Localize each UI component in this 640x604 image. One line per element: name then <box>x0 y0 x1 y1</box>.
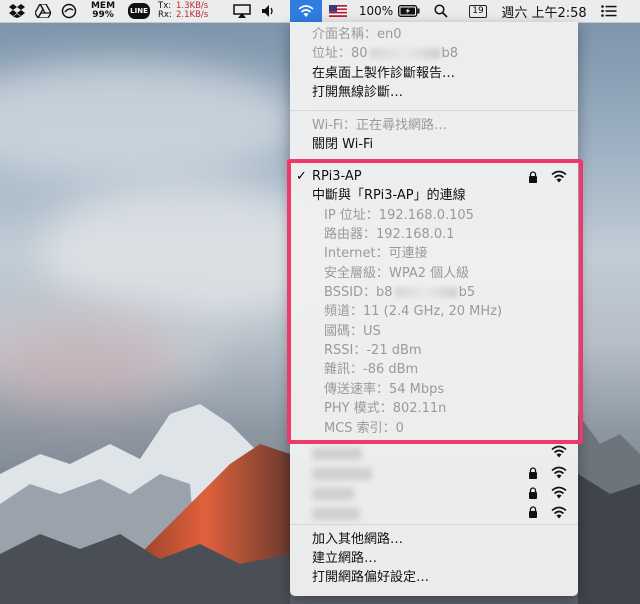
ip-address: IP 位址：192.168.0.105 <box>324 208 474 223</box>
wifi-signal-icon <box>551 506 567 519</box>
wifi-dropdown-menu: 介面名稱：en0 位址：80 b8 在桌面上製作診斷報告… 打開無線診斷… Wi-… <box>290 22 578 596</box>
calendar-day: 19 <box>469 4 487 18</box>
battery-percent[interactable]: 100% <box>356 0 396 22</box>
memory-monitor[interactable]: MEM 99% <box>86 0 120 22</box>
line-label: LINE <box>128 3 150 19</box>
interface-name: 介面名稱：en0 <box>312 27 402 42</box>
menu-separator <box>290 110 578 111</box>
wifi-menu-icon[interactable] <box>290 0 322 22</box>
join-other-network[interactable]: 加入其他網路… <box>312 530 403 549</box>
lock-icon <box>529 467 537 479</box>
phy-mode: PHY 模式：802.11n <box>324 401 447 416</box>
memory-value: 99% <box>92 10 114 20</box>
dropbox-icon[interactable] <box>6 0 28 22</box>
wifi-signal-icon <box>551 445 567 458</box>
internet-status: Internet：可連接 <box>324 246 428 261</box>
network-item-redacted[interactable] <box>312 508 360 520</box>
router: 路由器：192.168.0.1 <box>324 227 455 242</box>
sync-circle-icon[interactable] <box>58 0 80 22</box>
spotlight-search-icon[interactable] <box>430 0 452 22</box>
redacted-address <box>369 48 440 59</box>
lock-icon <box>529 171 537 183</box>
bssid-suffix: b5 <box>458 285 476 300</box>
address: 位址：80 b8 <box>312 44 458 63</box>
menu-separator <box>290 524 578 525</box>
wifi-signal-icon <box>551 486 567 499</box>
notification-center-icon[interactable] <box>596 0 622 22</box>
redacted-bssid <box>394 287 457 298</box>
network-item-redacted[interactable] <box>312 468 372 480</box>
create-network[interactable]: 建立網路… <box>312 549 377 568</box>
create-diagnostics-report[interactable]: 在桌面上製作診斷報告… <box>312 64 455 83</box>
network-item-redacted[interactable] <box>312 488 354 500</box>
turn-off-wifi[interactable]: 關閉 Wi-Fi <box>312 135 373 154</box>
calendar-day-icon[interactable]: 19 <box>466 0 490 22</box>
lock-icon <box>529 487 537 499</box>
noise: 雜訊：-86 dBm <box>324 362 419 377</box>
us-flag-icon[interactable] <box>326 0 350 22</box>
open-network-preferences[interactable]: 打開網路偏好設定… <box>312 568 429 587</box>
battery-charging-icon[interactable] <box>396 0 422 22</box>
bssid-prefix: BSSID：b8 <box>324 285 393 300</box>
menu-bar: MEM 99% LINE Tx: 1.3KB/s Rx: 2.1KB/s 100% … <box>0 0 640 23</box>
volume-icon[interactable] <box>258 0 280 22</box>
line-app-icon[interactable]: LINE <box>126 0 152 22</box>
rssi: RSSI：-21 dBm <box>324 343 422 358</box>
network-name[interactable]: RPi3-AP <box>312 167 362 186</box>
mcs-index: MCS 索引：0 <box>324 421 404 436</box>
open-wireless-diagnostics[interactable]: 打開無線診斷… <box>312 83 403 102</box>
menu-separator <box>290 162 578 163</box>
wifi-signal-icon <box>551 466 567 479</box>
airplay-icon[interactable] <box>230 0 254 22</box>
bssid: BSSID：b8 b5 <box>324 283 475 302</box>
wifi-status: Wi-Fi：正在尋找網路… <box>312 118 448 133</box>
country-code: 國碼：US <box>324 324 381 339</box>
address-prefix: 位址：80 <box>312 46 368 61</box>
transmit-rate: 傳送速率：54 Mbps <box>324 382 445 397</box>
channel: 頻道：11 (2.4 GHz, 20 MHz) <box>324 304 503 319</box>
connected-checkmark: ✓ <box>296 169 307 184</box>
clock[interactable]: 週六 上午2:58 <box>494 0 594 22</box>
network-item-redacted[interactable] <box>312 448 362 460</box>
rx-value: 2.1KB/s <box>176 10 209 20</box>
lock-icon <box>529 506 537 518</box>
wifi-signal-icon <box>551 170 567 183</box>
address-suffix: b8 <box>441 46 459 61</box>
disconnect-network[interactable]: 中斷與「RPi3-AP」的連線 <box>312 186 466 205</box>
security-level: 安全層級：WPA2 個人級 <box>324 266 470 281</box>
rx-label: Rx: <box>158 10 172 20</box>
google-drive-icon[interactable] <box>32 0 54 22</box>
network-speed-monitor[interactable]: Tx: 1.3KB/s Rx: 2.1KB/s <box>158 0 228 22</box>
